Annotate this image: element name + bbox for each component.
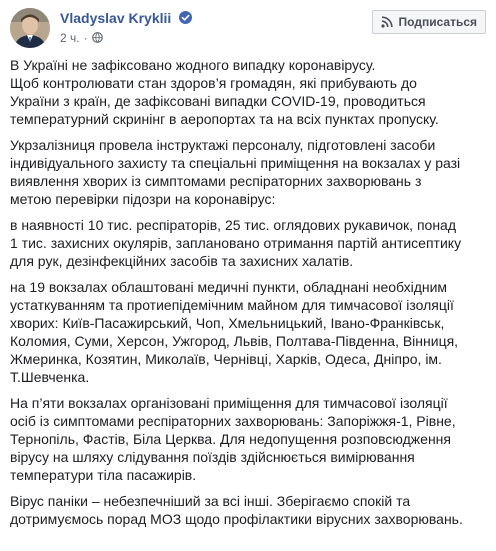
post-text-line: температури тіла пасажирів. bbox=[10, 467, 197, 483]
post-paragraph: В Україні не зафіксовано жодного випадку… bbox=[10, 56, 488, 128]
post-text-line: температурний скринінг в аеропортах та н… bbox=[10, 111, 439, 127]
post-text-line: дотримуємось порад МОЗ щодо профілактики… bbox=[10, 511, 463, 527]
post-text-line: на 19 вокзалах облаштовані медичні пункт… bbox=[10, 279, 448, 295]
facebook-post: Vladyslav Kryklii 2 ч. · Подписаться В Ук… bbox=[0, 0, 496, 551]
post-text-line: Укрзалізниця провела інструктажі персона… bbox=[10, 137, 436, 153]
post-text-line: для рук, дезінфекційних засобів та захис… bbox=[10, 253, 354, 269]
post-text: В Україні не зафіксовано жодного випадку… bbox=[10, 56, 488, 536]
post-text-line: в наявності 10 тис. респіраторів, 25 тис… bbox=[10, 217, 457, 233]
post-text-line: хворих: Київ-Пасажирський, Чоп, Хмельниц… bbox=[10, 315, 445, 331]
post-paragraph: в наявності 10 тис. респіраторів, 25 тис… bbox=[10, 216, 488, 270]
post-text-line: Т.Шевченка. bbox=[10, 369, 90, 385]
author-name-row: Vladyslav Kryklii bbox=[60, 10, 193, 26]
post-text-line: Коломия, Суми, Херсон, Ужгород, Львів, П… bbox=[10, 333, 459, 349]
post-text-line: Жмеринка, Козятин, Миколаїв, Чернівці, Х… bbox=[10, 351, 442, 367]
rss-icon bbox=[380, 16, 393, 28]
post-paragraph: на 19 вокзалах облаштовані медичні пункт… bbox=[10, 278, 488, 386]
author-name[interactable]: Vladyslav Kryklii bbox=[60, 10, 171, 26]
post-text-line: 1 тис. захисних окулярів, заплановано от… bbox=[10, 235, 462, 251]
post-text-line: виявлення хворих із симптомами респірато… bbox=[10, 173, 422, 189]
globe-icon[interactable] bbox=[91, 32, 103, 43]
post-paragraph: На п’яти вокзалах організовані приміщенн… bbox=[10, 394, 488, 484]
post-paragraph: Вірус паніки – небезпечніший за всі інші… bbox=[10, 492, 488, 528]
subscribe-label: Подписаться bbox=[398, 15, 477, 29]
post-paragraph: Укрзалізниця провела інструктажі персона… bbox=[10, 136, 488, 208]
post-text-line: України з країн, де зафіксовані випадки … bbox=[10, 93, 426, 109]
author-avatar[interactable] bbox=[10, 8, 50, 48]
post-timestamp[interactable]: 2 ч. bbox=[60, 31, 80, 45]
subscribe-button[interactable]: Подписаться bbox=[371, 10, 486, 34]
post-text-line: вірусу на шляху слідування поїздів здійс… bbox=[10, 449, 415, 465]
verified-badge-icon bbox=[179, 11, 193, 24]
post-text-line: індивідуального захисту та спеціальні пр… bbox=[10, 155, 461, 171]
post-meta: 2 ч. · bbox=[60, 31, 103, 45]
post-text-line: метою перевірки підозри на коронавірус: bbox=[10, 191, 276, 207]
post-text-line: В Україні не зафіксовано жодного випадку… bbox=[10, 57, 376, 73]
post-text-line: Щоб контролювати стан здоров’я громадян,… bbox=[10, 75, 417, 91]
post-header: Vladyslav Kryklii 2 ч. · Подписаться bbox=[0, 0, 496, 54]
post-text-line: Вірус паніки – небезпечніший за всі інші… bbox=[10, 493, 411, 509]
post-text-line: осіб із симптомами респіраторних захворю… bbox=[10, 413, 456, 429]
post-text-line: На п’яти вокзалах організовані приміщенн… bbox=[10, 395, 448, 411]
avatar-photo bbox=[10, 8, 50, 48]
post-text-line: Тернопіль, Фастів, Біла Церква. Для недо… bbox=[10, 431, 451, 447]
post-text-line: устаткуванням та протиепідемічним майном… bbox=[10, 297, 454, 313]
meta-separator: · bbox=[83, 31, 88, 45]
